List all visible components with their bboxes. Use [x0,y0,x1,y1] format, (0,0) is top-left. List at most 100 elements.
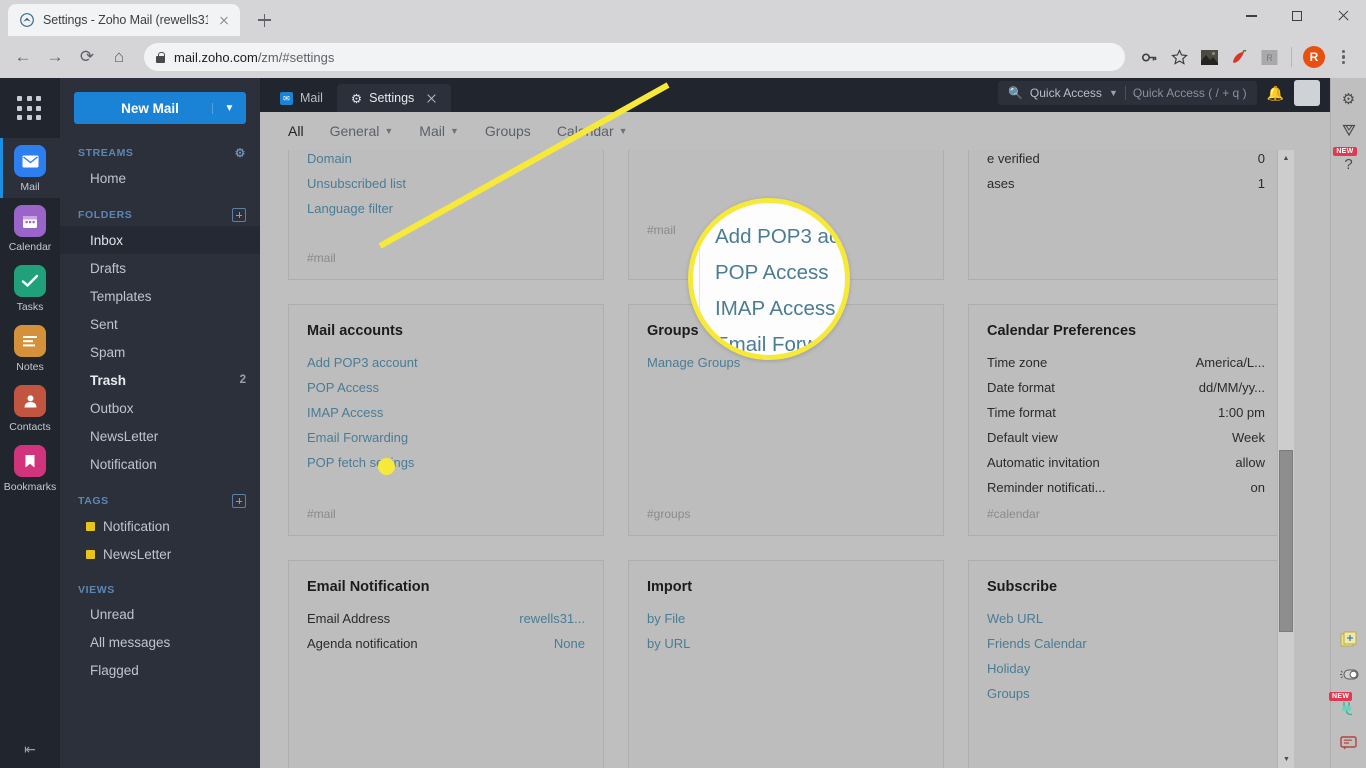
magnified-link-imap-access[interactable]: IMAP Access [715,297,845,321]
star-icon[interactable] [1165,43,1193,71]
subnav-mail[interactable]: Mail ▼ [419,123,459,139]
close-icon[interactable] [426,93,437,104]
rail-item-notes[interactable]: Notes [0,318,60,378]
sidebar-item-label: Sent [90,316,118,332]
card-row-value[interactable]: None [554,636,585,651]
theme-toggle-icon[interactable] [1339,668,1359,685]
vertical-scrollbar[interactable]: ▲ ▼ [1277,150,1294,768]
card-link[interactable]: Unsubscribed list [307,176,585,191]
shield-icon[interactable] [1341,122,1357,142]
magnified-link-add-pop3-account[interactable]: Add POP3 acco [715,225,845,249]
card-link-email-forwarding[interactable]: Email Forwarding [307,430,585,445]
sidebar-item-outbox[interactable]: Outbox [60,394,260,422]
browser-tab[interactable]: Settings - Zoho Mail (rewells318 [8,4,240,36]
card-title: Calendar Preferences [987,323,1137,339]
close-icon[interactable] [1320,0,1366,32]
reload-icon[interactable]: ⟳ [72,42,102,72]
collapse-panel-icon[interactable]: ⇤ [0,741,60,758]
card-link-add-pop3-account[interactable]: Add POP3 account [307,355,585,370]
card-title: Import [647,579,693,595]
sidebar-item-notification[interactable]: Notification [60,450,260,478]
sidebar-tag-newsletter[interactable]: NewsLetter [60,540,260,568]
stream-settings-icon[interactable]: ⚙ [235,146,246,160]
sidebar-item-sent[interactable]: Sent [60,310,260,338]
sidebar-item-inbox[interactable]: Inbox [60,226,260,254]
sidebar-item-unread[interactable]: Unread [60,600,260,628]
new-mail-button[interactable]: New Mail ▼ [74,92,246,124]
tab-settings[interactable]: ⚙ Settings [336,84,452,112]
card-link-holiday[interactable]: Holiday [987,661,1265,676]
chevron-down-icon[interactable]: ▼ [1109,88,1118,98]
add-note-icon[interactable] [1340,631,1357,652]
card-link-imap-access[interactable]: IMAP Access [307,405,585,420]
card-link-by-url[interactable]: by URL [647,636,925,651]
chevron-down-icon[interactable]: ▼ [212,102,246,114]
card-row-value[interactable]: rewells31... [519,611,585,626]
profile-avatar[interactable]: R [1300,43,1328,71]
card-row-value: 0 [1257,151,1265,166]
sidebar-item-newsletter[interactable]: NewsLetter [60,422,260,450]
sidebar-tag-notification[interactable]: Notification [60,512,260,540]
svg-text:R: R [1266,53,1273,63]
subnav-all[interactable]: All [288,123,304,139]
sidebar-item-all-messages[interactable]: All messages [60,628,260,656]
sidebar-item-trash[interactable]: Trash 2 [60,366,260,394]
scroll-down-arrow-icon[interactable]: ▼ [1278,751,1295,768]
kebab-menu-icon[interactable] [1330,43,1358,71]
key-icon[interactable] [1135,43,1163,71]
card-row: Agenda notification None [307,636,585,651]
close-icon[interactable] [216,12,232,28]
rail-item-calendar[interactable]: Calendar [0,198,60,258]
integrations-icon[interactable]: NEW [1329,692,1357,720]
card-link-friends-calendar[interactable]: Friends Calendar [987,636,1265,651]
rail-item-mail[interactable]: Mail [0,138,60,198]
card-title: Subscribe [987,579,1058,595]
sidebar-item-spam[interactable]: Spam [60,338,260,366]
back-arrow-icon[interactable]: ← [8,42,38,72]
extension-grey-icon[interactable]: R [1255,43,1283,71]
card-link-web-url[interactable]: Web URL [987,611,1265,626]
card-row-key: Time zone [987,355,1048,370]
address-bar[interactable]: mail.zoho.com/zm/#settings [144,43,1125,71]
add-tag-icon[interactable] [232,494,246,508]
avatar[interactable] [1294,80,1320,106]
card-link-groups[interactable]: Groups [987,686,1265,701]
magnified-link-email-forwarding[interactable]: Email Forwar [715,333,845,355]
rail-item-contacts[interactable]: Contacts [0,378,60,438]
rail-item-tasks[interactable]: Tasks [0,258,60,318]
rail-item-bookmarks[interactable]: Bookmarks [0,438,60,498]
notification-bell-icon[interactable]: 🔔 [1267,85,1284,102]
extension-chili-icon[interactable] [1225,43,1253,71]
sidebar-item-drafts[interactable]: Drafts [60,254,260,282]
scroll-up-arrow-icon[interactable]: ▲ [1278,150,1294,167]
magnified-link-pop-access[interactable]: POP Access [715,261,845,285]
apps-grid-icon[interactable] [17,96,43,122]
subnav-groups[interactable]: Groups [485,123,531,139]
add-folder-icon[interactable] [232,208,246,222]
card-link-by-file[interactable]: by File [647,611,925,626]
gear-icon[interactable]: ⚙ [1342,90,1355,108]
sidebar-item-home[interactable]: Home [60,164,260,192]
sidebar-item-flagged[interactable]: Flagged [60,656,260,684]
url-host: mail.zoho.com [174,49,258,65]
tab-mail[interactable]: ✉ Mail [266,84,337,112]
sidebar-item-templates[interactable]: Templates [60,282,260,310]
minimize-icon[interactable] [1228,0,1274,32]
quick-access-bar[interactable]: 🔍 Quick Access ▼ Quick Access ( / + q ) [997,81,1257,105]
maximize-icon[interactable] [1274,0,1320,32]
chat-icon[interactable] [1339,736,1358,754]
tab-label: Mail [300,91,323,105]
subnav-general[interactable]: General ▼ [330,123,394,139]
card-link-pop-fetch-settings[interactable]: POP fetch settings [307,455,585,470]
card-row-value: 1:00 pm [1218,405,1265,420]
new-tab-button[interactable] [250,6,278,34]
forward-arrow-icon[interactable]: → [40,42,70,72]
scrollbar-thumb[interactable] [1279,450,1293,632]
card-link-pop-access[interactable]: POP Access [307,380,585,395]
home-icon[interactable]: ⌂ [104,42,134,72]
magnifier-edge-line [699,203,700,355]
extension-photo-icon[interactable] [1195,43,1223,71]
gear-icon: ⚙ [350,91,363,106]
help-icon[interactable]: NEW? [1333,147,1357,173]
section-title: TAGS [78,495,109,507]
